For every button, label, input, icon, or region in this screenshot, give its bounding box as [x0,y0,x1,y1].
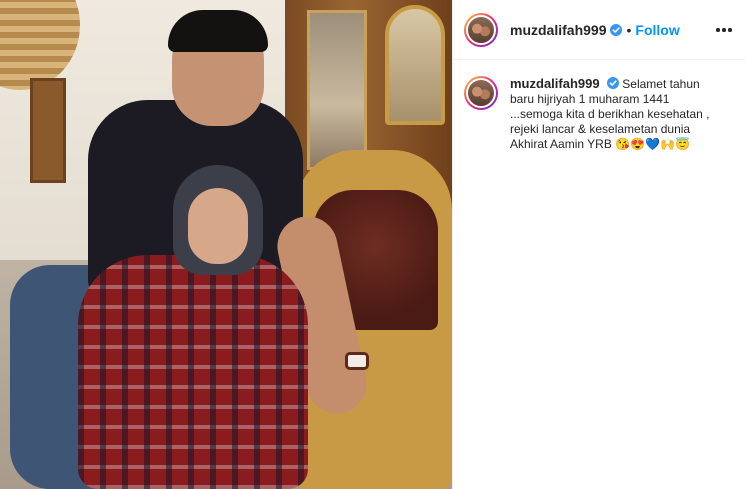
verified-badge-icon [610,23,623,36]
avatar-image [466,14,496,45]
cabinet-glass [307,10,367,170]
post-header: muzdalifah999 • Follow [453,0,745,60]
wrist-watch [345,352,369,370]
avatar[interactable] [464,12,498,47]
post-photo[interactable] [0,0,452,489]
more-options-icon[interactable] [714,20,734,40]
caption-avatar-image [466,78,496,108]
man-hair [168,10,268,52]
username-link[interactable]: muzdalifah999 [510,22,606,38]
caption-text-block: muzdalifah999 Selamet tahun baru hijriya… [510,76,722,152]
caption-verified-badge-icon [606,77,619,89]
caption-avatar[interactable] [464,76,498,110]
woman-plaid-shirt [78,255,308,489]
caption-emojis: 😘😍💙🙌😇 [615,137,690,151]
caption-comment: muzdalifah999 Selamet tahun baru hijriya… [464,76,734,152]
background-door [30,78,66,183]
caption-username-link[interactable]: muzdalifah999 [510,76,600,91]
post-sidebar: muzdalifah999 • Follow muzdalifah999 Sel… [452,0,745,489]
cabinet-mirror [385,5,445,125]
follow-button[interactable]: Follow [635,22,679,38]
separator-dot: • [626,21,632,38]
woman-face [188,188,248,264]
